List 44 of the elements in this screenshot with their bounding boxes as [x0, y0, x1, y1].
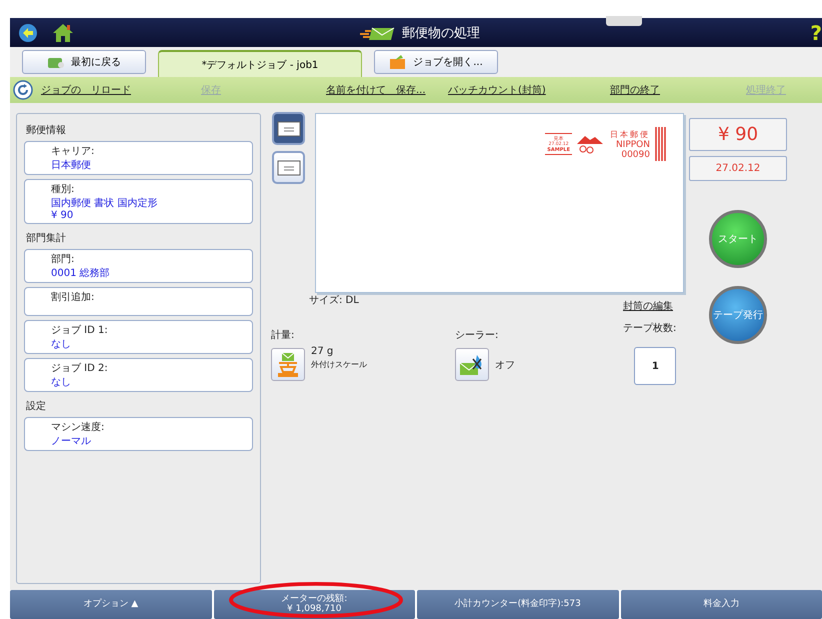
folder-icon	[389, 54, 408, 70]
sealer-label: シーラー:	[455, 329, 500, 342]
toolbar-link[interactable]: ジョブの リロード	[41, 83, 201, 97]
section-heading: 部門集計	[26, 232, 67, 245]
sealer-status: オフ	[495, 358, 515, 372]
date-field[interactable]: 27.02.12	[689, 156, 787, 181]
toolbar-link[interactable]: バッチカウント(封筒)	[448, 83, 610, 97]
edit-envelope-link[interactable]: 封筒の編集	[623, 299, 673, 313]
bottom-bar-button[interactable]: 小計カウンター(料金印字):573	[417, 590, 618, 619]
tab[interactable]: 最初に戻る	[22, 50, 146, 74]
envelope-icon	[276, 160, 300, 176]
info-field[interactable]: キャリア: 日本郵便	[24, 141, 253, 175]
toolbar-link[interactable]: 部門の終了	[610, 83, 746, 97]
info-field[interactable]: 部門: 0001 総務部	[24, 249, 253, 283]
home-icon[interactable]	[52, 22, 74, 42]
bottom-bar-button[interactable]: オプション ▲	[10, 590, 212, 619]
scale-label: 計量:	[271, 328, 296, 342]
scale-icon	[276, 352, 300, 378]
info-field[interactable]: 種別: 国内郵便 書状 国内定形 ¥ 90	[24, 179, 253, 224]
bottom-bar-button[interactable]: 料金入力	[620, 590, 822, 619]
toolbar-link[interactable]: 名前を付けて 保存...	[326, 83, 448, 97]
envelope-icon	[276, 120, 300, 136]
size-label: サイズ: DL	[309, 294, 359, 308]
letter-view-button[interactable]	[272, 151, 305, 184]
section-heading: 郵便情報	[26, 124, 67, 137]
tape-count-label: テープ枚数:	[623, 322, 676, 335]
card-icon	[47, 55, 65, 69]
help-button[interactable]: ?	[810, 20, 822, 44]
info-field[interactable]: マシン速度: ノーマル	[24, 417, 253, 451]
section-heading: 設定	[26, 400, 47, 413]
info-field[interactable]: ジョブ ID 2: なし	[24, 358, 253, 392]
sealer-button[interactable]	[455, 348, 489, 381]
window-title: 郵便物の処理	[402, 24, 480, 42]
tab[interactable]: ジョブを開く...	[374, 50, 498, 74]
postage-amount: ¥ 90	[689, 118, 787, 151]
tape-count-field[interactable]: 1	[634, 347, 676, 385]
reload-icon[interactable]	[13, 80, 33, 100]
tab[interactable]: *デフォルトジョブ - job1	[158, 50, 362, 77]
info-field[interactable]: 割引追加:	[24, 287, 253, 316]
scale-source: 外付けスケール	[311, 358, 367, 370]
info-field[interactable]: ジョブ ID 1: なし	[24, 320, 253, 354]
envelope-view-button[interactable]	[272, 112, 305, 145]
mail-icon	[360, 24, 396, 40]
weight-value: 27 g	[311, 346, 334, 356]
